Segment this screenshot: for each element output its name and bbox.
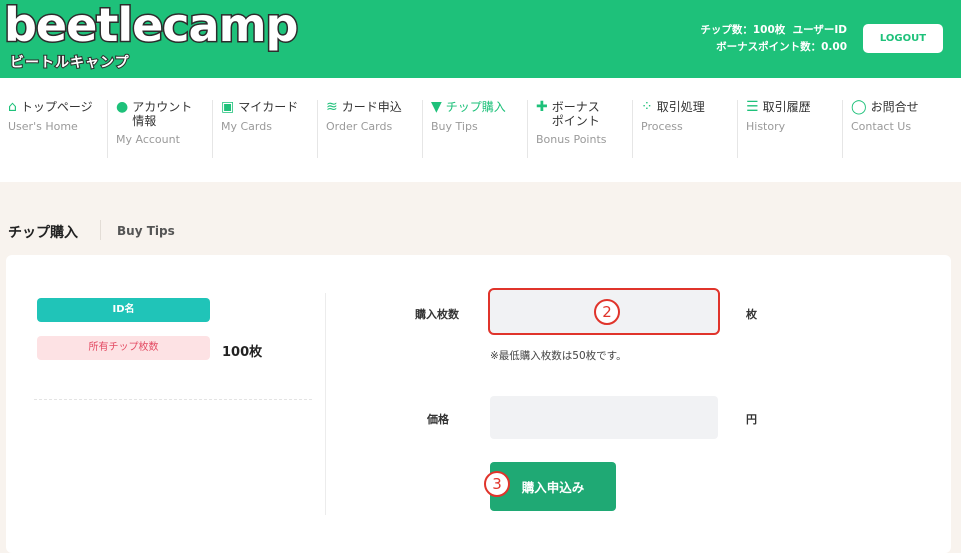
cart-icon: ▼ [431, 99, 442, 115]
annotation-marker-2: 2 [594, 299, 620, 325]
quantity-label: 購入枚数 [415, 308, 459, 321]
nav-label-jp: 取引処理 [656, 100, 705, 114]
price-label: 価格 [427, 413, 449, 426]
nav-item-order-cards[interactable]: ≋ カード申込 Order Cards [317, 100, 402, 158]
nav-label-en: Bonus Points [536, 133, 607, 146]
logo[interactable]: beetlecamp ビートルキャンプ [2, 0, 299, 72]
user-id-label: ユーザーID [792, 24, 847, 36]
chip-count: チップ数：100枚 [700, 24, 786, 36]
submit-label: 購入申込み [521, 480, 585, 495]
annotation-marker-3: 3 [484, 471, 510, 497]
quantity-unit: 枚 [746, 308, 757, 321]
nav-label-en: Process [641, 120, 683, 133]
cards-icon: ▣ [221, 99, 235, 115]
coins-icon: ≋ [326, 99, 338, 115]
nav-label-jp: アカウント [132, 100, 193, 114]
title-divider [100, 220, 101, 240]
nav-item-process[interactable]: ⁘ 取引処理 Process [632, 100, 705, 158]
main-nav: ⌂ トップページ User's Home ● アカウント 情報 My Account … [0, 78, 961, 182]
nav-label-en: Order Cards [326, 120, 393, 133]
nav-label-jp: チップ購入 [445, 100, 506, 114]
nav-label-jp: ポイント [551, 114, 600, 128]
quantity-hint: ※最低購入枚数は50枚です。 [490, 350, 627, 362]
nav-item-buy-tips[interactable]: ▼ チップ購入 Buy Tips [422, 100, 506, 158]
nav-label-jp: 情報 [132, 114, 157, 128]
user-info: チップ数：100枚 ユーザーID ボーナスポイント数：0.00 [700, 22, 847, 56]
nav-label-en: History [746, 120, 786, 133]
nav-label-en: Buy Tips [431, 120, 478, 133]
nav-label-jp: トップページ [20, 100, 93, 114]
price-unit: 円 [746, 413, 757, 426]
home-icon: ⌂ [8, 99, 17, 115]
logo-subtext: ビートルキャンプ [9, 54, 130, 72]
nav-item-history[interactable]: ☰ 取引履歴 History [737, 100, 811, 158]
nav-label-en: My Cards [221, 120, 272, 133]
site-header: beetlecamp ビートルキャンプ チップ数：100枚 ユーザーID ボーナ… [0, 0, 961, 78]
page-title: チップ購入 [8, 225, 78, 241]
nav-item-home[interactable]: ⌂ トップページ User's Home [0, 100, 93, 158]
page-subtitle: Buy Tips [117, 224, 175, 238]
nav-item-account[interactable]: ● アカウント 情報 My Account [107, 100, 192, 158]
gift-icon: ✚ [536, 99, 548, 115]
chips-badge: 所有チップ枚数 [37, 336, 210, 360]
nav-item-bonus-points[interactable]: ✚ ボーナス ポイント Bonus Points [527, 100, 607, 158]
list-icon: ☰ [746, 99, 759, 115]
spinner-icon: ⁘ [641, 99, 653, 115]
nav-label-jp: ボーナス [551, 100, 600, 114]
logout-button[interactable]: LOGOUT [863, 24, 943, 53]
id-badge: ID名 [37, 298, 210, 322]
price-input[interactable] [490, 396, 718, 439]
divider [34, 399, 312, 400]
nav-item-my-cards[interactable]: ▣ マイカード My Cards [212, 100, 298, 158]
column-divider [325, 293, 326, 515]
nav-label-en: My Account [116, 133, 180, 146]
chips-value: 100枚 [222, 345, 263, 360]
nav-item-contact[interactable]: ◯ お問合せ Contact Us [842, 100, 919, 158]
nav-label-en: Contact Us [851, 120, 912, 133]
purchase-card: ID名 所有チップ枚数 100枚 購入枚数 2 枚 ※最低購入枚数は50枚です。… [6, 255, 951, 553]
logo-text: beetlecamp [2, 0, 299, 54]
nav-label-jp: お問合せ [870, 100, 919, 114]
bonus-points: ボーナスポイント数：0.00 [716, 41, 847, 53]
chat-icon: ◯ [851, 99, 867, 115]
user-icon: ● [116, 99, 129, 115]
nav-label-jp: カード申込 [341, 100, 402, 114]
nav-label-en: User's Home [8, 120, 78, 133]
nav-label-jp: マイカード [238, 100, 299, 114]
nav-label-jp: 取引履歴 [762, 100, 811, 114]
